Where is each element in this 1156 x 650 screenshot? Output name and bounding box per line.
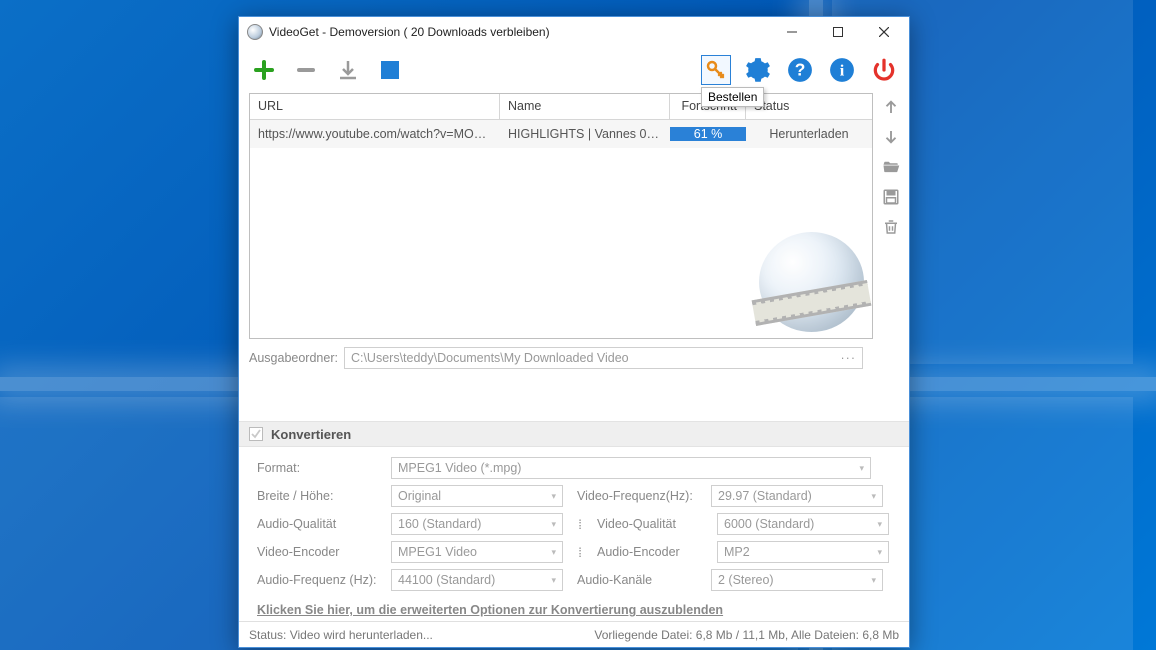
video-quality-label: Video-Qualität [597, 517, 703, 531]
save-button[interactable] [881, 187, 901, 207]
status-text: Status: Video wird herunterladen... [249, 628, 433, 642]
grid-header: URL Name Fortschritt Status [250, 94, 872, 120]
col-status[interactable]: Status [746, 94, 872, 119]
register-tooltip: Bestellen [701, 87, 764, 107]
toolbar: Bestellen ? i [239, 47, 909, 93]
output-folder-field[interactable]: C:\Users\teddy\Documents\My Downloaded V… [344, 347, 863, 369]
app-window: VideoGet - Demoversion ( 20 Downloads ve… [238, 16, 910, 648]
close-button[interactable] [861, 17, 907, 47]
audio-quality-label: Audio-Qualität [257, 517, 377, 531]
col-name[interactable]: Name [500, 94, 670, 119]
audio-encoder-label: Audio-Encoder [597, 545, 703, 559]
video-freq-label: Video-Frequenz(Hz): [577, 489, 697, 503]
register-button[interactable] [701, 55, 731, 85]
format-select[interactable]: MPEG1 Video (*.mpg)▾ [391, 457, 871, 479]
size-label: Breite / Höhe: [257, 489, 377, 503]
output-folder-path: C:\Users\teddy\Documents\My Downloaded V… [351, 351, 629, 365]
format-label: Format: [257, 461, 377, 475]
move-down-button[interactable] [881, 127, 901, 147]
video-freq-select[interactable]: 29.97 (Standard)▾ [711, 485, 883, 507]
downloads-grid: URL Name Fortschritt Status https://www.… [249, 93, 873, 339]
titlebar[interactable]: VideoGet - Demoversion ( 20 Downloads ve… [239, 17, 909, 47]
info-button[interactable]: i [827, 55, 857, 85]
cell-url: https://www.youtube.com/watch?v=MOJGYh..… [250, 127, 500, 141]
window-title: VideoGet - Demoversion ( 20 Downloads ve… [269, 25, 769, 39]
convert-checkbox[interactable] [249, 427, 263, 441]
audio-quality-select[interactable]: 160 (Standard)▾ [391, 513, 563, 535]
video-quality-select[interactable]: 6000 (Standard)▾ [717, 513, 889, 535]
cell-name: HIGHLIGHTS | Vannes 0 - 4... [500, 127, 670, 141]
app-icon [247, 24, 263, 40]
side-toolbar [873, 93, 909, 421]
video-encoder-label: Video-Encoder [257, 545, 377, 559]
audio-freq-select[interactable]: 44100 (Standard)▾ [391, 569, 563, 591]
status-sizes: Vorliegende Datei: 6,8 Mb / 11,1 Mb, All… [594, 628, 899, 642]
open-folder-button[interactable] [881, 157, 901, 177]
audio-encoder-select[interactable]: MP2▾ [717, 541, 889, 563]
browse-icon[interactable]: ··· [841, 351, 857, 365]
power-button[interactable] [869, 55, 899, 85]
delete-button[interactable] [881, 217, 901, 237]
minimize-button[interactable] [769, 17, 815, 47]
add-button[interactable] [249, 55, 279, 85]
cell-status: Herunterladen [746, 127, 872, 141]
audio-channels-select[interactable]: 2 (Stereo)▾ [711, 569, 883, 591]
remove-button[interactable] [291, 55, 321, 85]
grid-row[interactable]: https://www.youtube.com/watch?v=MOJGYh..… [250, 120, 872, 148]
convert-title: Konvertieren [271, 427, 351, 442]
status-bar: Status: Video wird herunterladen... Vorl… [239, 621, 909, 647]
convert-section-header[interactable]: Konvertieren [239, 421, 909, 447]
stop-button[interactable] [375, 55, 405, 85]
maximize-button[interactable] [815, 17, 861, 47]
col-url[interactable]: URL [250, 94, 500, 119]
svg-text:?: ? [795, 59, 806, 79]
download-button[interactable] [333, 55, 363, 85]
audio-freq-label: Audio-Frequenz (Hz): [257, 573, 377, 587]
video-encoder-select[interactable]: MPEG1 Video▾ [391, 541, 563, 563]
output-folder-label: Ausgabeordner: [249, 351, 338, 365]
audio-channels-label: Audio-Kanäle [577, 573, 697, 587]
size-select[interactable]: Original▾ [391, 485, 563, 507]
toggle-advanced-link[interactable]: Klicken Sie hier, um die erweiterten Opt… [257, 603, 723, 617]
svg-text:i: i [840, 61, 845, 79]
cell-progress: 61 % [670, 127, 746, 141]
watermark-logo [759, 232, 864, 332]
help-button[interactable]: ? [785, 55, 815, 85]
move-up-button[interactable] [881, 97, 901, 117]
convert-form: Format: MPEG1 Video (*.mpg)▾ Breite / Hö… [239, 447, 909, 621]
settings-button[interactable] [743, 55, 773, 85]
